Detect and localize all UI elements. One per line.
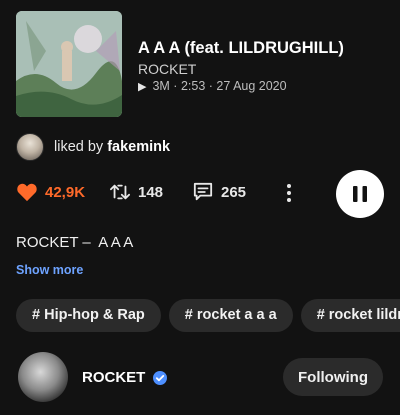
verified-icon	[153, 370, 168, 385]
like-count: 42,9K	[45, 183, 86, 201]
more-icon	[287, 184, 291, 202]
artist-name[interactable]: ROCKET	[82, 369, 145, 386]
track-description: ROCKET – A A A	[16, 234, 134, 251]
comment-count: 265	[221, 183, 247, 201]
more-button[interactable]	[279, 181, 299, 205]
track-meta: ▶ 3M · 2:53 · 27 Aug 2020	[138, 79, 287, 93]
show-more-link[interactable]: Show more	[16, 263, 83, 277]
artist-row: ROCKET Following	[18, 352, 388, 402]
tag-chip[interactable]: # Hip-hop & Rap	[16, 299, 161, 332]
tag-chip[interactable]: # rocket a a a	[168, 299, 293, 332]
pause-button[interactable]	[336, 170, 384, 218]
liked-by-row[interactable]: liked by fakemink	[16, 133, 170, 161]
repost-icon	[110, 184, 130, 200]
artist-avatar[interactable]	[18, 352, 68, 402]
liked-by-prefix: liked by	[54, 139, 104, 155]
artist-name-block[interactable]: ROCKET	[82, 369, 168, 386]
track-meta-text: 3M · 2:53 · 27 Aug 2020	[152, 79, 287, 93]
pause-icon	[353, 186, 367, 202]
liked-by-user[interactable]: fakemink	[107, 139, 170, 155]
track-cover-art[interactable]	[16, 11, 122, 117]
like-button[interactable]: 42,9K	[16, 182, 85, 202]
track-title[interactable]: A A A (feat. LILDRUGHILL)	[138, 39, 344, 58]
heart-icon	[17, 183, 37, 202]
liked-by-text: liked by fakemink	[54, 139, 170, 155]
liked-by-avatar[interactable]	[16, 133, 44, 161]
repost-button[interactable]: 148	[109, 182, 163, 202]
tag-chip[interactable]: # rocket lildrughill	[300, 299, 400, 332]
track-artist[interactable]: ROCKET	[138, 61, 196, 77]
comment-icon	[193, 182, 213, 201]
following-button[interactable]: Following	[283, 358, 383, 396]
play-icon: ▶	[138, 81, 147, 93]
track-header: A A A (feat. LILDRUGHILL) ROCKET ▶ 3M · 2…	[16, 11, 386, 119]
comments-button[interactable]: 265	[192, 182, 246, 202]
tags-row: # Hip-hop & Rap # rocket a a a # rocket li…	[16, 299, 400, 333]
repost-count: 148	[138, 183, 164, 201]
actions-bar: 42,9K 148 265	[16, 170, 384, 218]
